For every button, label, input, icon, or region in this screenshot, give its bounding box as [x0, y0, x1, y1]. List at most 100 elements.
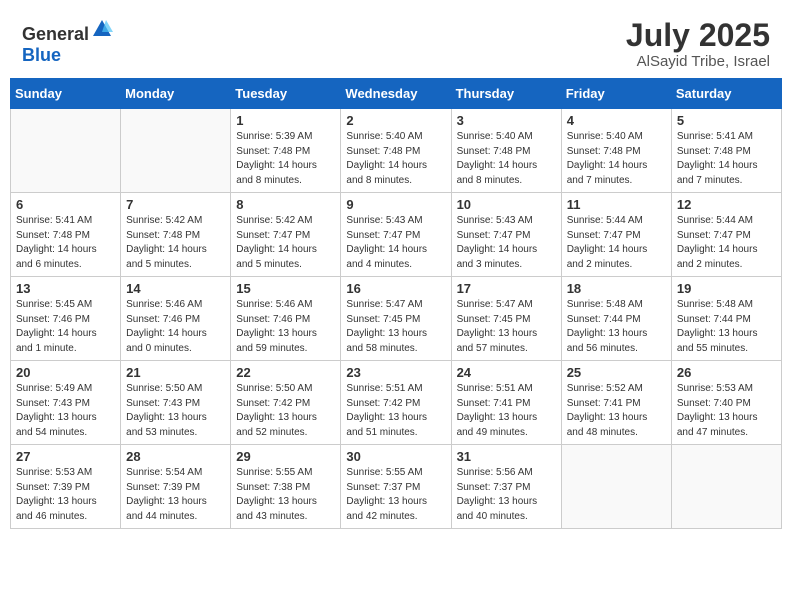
- day-detail: Sunrise: 5:52 AMSunset: 7:41 PMDaylight:…: [567, 382, 666, 440]
- day-number: 6: [16, 197, 115, 212]
- day-detail: Sunrise: 5:42 AMSunset: 7:48 PMDaylight:…: [126, 214, 225, 272]
- day-number: 24: [457, 365, 556, 380]
- day-detail: Sunrise: 5:42 AMSunset: 7:47 PMDaylight:…: [236, 214, 335, 272]
- calendar-cell: 12 Sunrise: 5:44 AMSunset: 7:47 PMDayligh…: [671, 193, 781, 277]
- calendar-cell: 28 Sunrise: 5:54 AMSunset: 7:39 PMDayligh…: [121, 445, 231, 529]
- day-number: 28: [126, 449, 225, 464]
- day-number: 16: [346, 281, 445, 296]
- calendar-cell: 24 Sunrise: 5:51 AMSunset: 7:41 PMDayligh…: [451, 361, 561, 445]
- day-number: 5: [677, 113, 776, 128]
- day-detail: Sunrise: 5:46 AMSunset: 7:46 PMDaylight:…: [126, 298, 225, 356]
- day-detail: Sunrise: 5:49 AMSunset: 7:43 PMDaylight:…: [16, 382, 115, 440]
- calendar-cell: 19 Sunrise: 5:48 AMSunset: 7:44 PMDayligh…: [671, 277, 781, 361]
- day-detail: Sunrise: 5:41 AMSunset: 7:48 PMDaylight:…: [16, 214, 115, 272]
- day-detail: Sunrise: 5:55 AMSunset: 7:37 PMDaylight:…: [346, 466, 445, 524]
- day-number: 13: [16, 281, 115, 296]
- day-number: 15: [236, 281, 335, 296]
- day-detail: Sunrise: 5:40 AMSunset: 7:48 PMDaylight:…: [567, 130, 666, 188]
- day-number: 29: [236, 449, 335, 464]
- calendar-cell: 3 Sunrise: 5:40 AMSunset: 7:48 PMDaylight…: [451, 109, 561, 193]
- calendar-cell: 9Sunrise: 5:43 AMSunset: 7:47 PMDaylight…: [341, 193, 451, 277]
- calendar-week-1: 1Sunrise: 5:39 AMSunset: 7:48 PMDaylight…: [11, 109, 782, 193]
- calendar-cell: 1Sunrise: 5:39 AMSunset: 7:48 PMDaylight…: [231, 109, 341, 193]
- day-detail: Sunrise: 5:44 AMSunset: 7:47 PMDaylight:…: [677, 214, 776, 272]
- calendar-cell: 30 Sunrise: 5:55 AMSunset: 7:37 PMDayligh…: [341, 445, 451, 529]
- logo-blue-text: Blue: [22, 45, 61, 65]
- day-detail: Sunrise: 5:50 AMSunset: 7:42 PMDaylight:…: [236, 382, 335, 440]
- calendar-header-tuesday: Tuesday: [231, 79, 341, 109]
- day-detail: Sunrise: 5:53 AMSunset: 7:40 PMDaylight:…: [677, 382, 776, 440]
- day-detail: Sunrise: 5:51 AMSunset: 7:42 PMDaylight:…: [346, 382, 445, 440]
- calendar-week-5: 27 Sunrise: 5:53 AMSunset: 7:39 PMDayligh…: [11, 445, 782, 529]
- day-detail: Sunrise: 5:45 AMSunset: 7:46 PMDaylight:…: [16, 298, 115, 356]
- day-number: 2: [346, 113, 445, 128]
- day-detail: Sunrise: 5:40 AMSunset: 7:48 PMDaylight:…: [457, 130, 556, 188]
- calendar-table: SundayMondayTuesdayWednesdayThursdayFrid…: [10, 78, 782, 529]
- calendar-cell: 10Sunrise: 5:43 AMSunset: 7:47 PMDayligh…: [451, 193, 561, 277]
- day-detail: Sunrise: 5:39 AMSunset: 7:48 PMDaylight:…: [236, 130, 335, 188]
- day-number: 21: [126, 365, 225, 380]
- calendar-cell: 26 Sunrise: 5:53 AMSunset: 7:40 PMDayligh…: [671, 361, 781, 445]
- logo: General Blue: [22, 18, 113, 66]
- day-number: 14: [126, 281, 225, 296]
- day-detail: Sunrise: 5:40 AMSunset: 7:48 PMDaylight:…: [346, 130, 445, 188]
- calendar-cell: 29 Sunrise: 5:55 AMSunset: 7:38 PMDayligh…: [231, 445, 341, 529]
- calendar-header-sunday: Sunday: [11, 79, 121, 109]
- calendar-cell: 5 Sunrise: 5:41 AMSunset: 7:48 PMDaylight…: [671, 109, 781, 193]
- calendar-cell: [121, 109, 231, 193]
- calendar-cell: 14 Sunrise: 5:46 AMSunset: 7:46 PMDayligh…: [121, 277, 231, 361]
- day-detail: Sunrise: 5:46 AMSunset: 7:46 PMDaylight:…: [236, 298, 335, 356]
- day-number: 19: [677, 281, 776, 296]
- calendar-cell: 20Sunrise: 5:49 AMSunset: 7:43 PMDayligh…: [11, 361, 121, 445]
- day-number: 27: [16, 449, 115, 464]
- day-number: 8: [236, 197, 335, 212]
- day-number: 11: [567, 197, 666, 212]
- calendar-cell: 18 Sunrise: 5:48 AMSunset: 7:44 PMDayligh…: [561, 277, 671, 361]
- calendar-cell: 31 Sunrise: 5:56 AMSunset: 7:37 PMDayligh…: [451, 445, 561, 529]
- calendar-header-saturday: Saturday: [671, 79, 781, 109]
- calendar-week-2: 6 Sunrise: 5:41 AMSunset: 7:48 PMDaylight…: [11, 193, 782, 277]
- day-number: 3: [457, 113, 556, 128]
- day-number: 31: [457, 449, 556, 464]
- calendar-cell: 27 Sunrise: 5:53 AMSunset: 7:39 PMDayligh…: [11, 445, 121, 529]
- page-header: General Blue July 2025 AlSayid Tribe, Is…: [10, 10, 782, 74]
- title-block: July 2025 AlSayid Tribe, Israel: [626, 18, 770, 70]
- calendar-week-3: 13 Sunrise: 5:45 AMSunset: 7:46 PMDayligh…: [11, 277, 782, 361]
- day-detail: Sunrise: 5:51 AMSunset: 7:41 PMDaylight:…: [457, 382, 556, 440]
- calendar-cell: 25Sunrise: 5:52 AMSunset: 7:41 PMDayligh…: [561, 361, 671, 445]
- day-detail: Sunrise: 5:56 AMSunset: 7:37 PMDaylight:…: [457, 466, 556, 524]
- day-detail: Sunrise: 5:53 AMSunset: 7:39 PMDaylight:…: [16, 466, 115, 524]
- day-number: 12: [677, 197, 776, 212]
- calendar-cell: 16Sunrise: 5:47 AMSunset: 7:45 PMDayligh…: [341, 277, 451, 361]
- day-number: 17: [457, 281, 556, 296]
- day-detail: Sunrise: 5:44 AMSunset: 7:47 PMDaylight:…: [567, 214, 666, 272]
- day-detail: Sunrise: 5:54 AMSunset: 7:39 PMDaylight:…: [126, 466, 225, 524]
- day-number: 7: [126, 197, 225, 212]
- calendar-cell: [671, 445, 781, 529]
- calendar-cell: [561, 445, 671, 529]
- calendar-cell: 4 Sunrise: 5:40 AMSunset: 7:48 PMDaylight…: [561, 109, 671, 193]
- day-detail: Sunrise: 5:48 AMSunset: 7:44 PMDaylight:…: [567, 298, 666, 356]
- day-detail: Sunrise: 5:55 AMSunset: 7:38 PMDaylight:…: [236, 466, 335, 524]
- day-detail: Sunrise: 5:43 AMSunset: 7:47 PMDaylight:…: [457, 214, 556, 272]
- calendar-cell: 6 Sunrise: 5:41 AMSunset: 7:48 PMDaylight…: [11, 193, 121, 277]
- calendar-cell: 15 Sunrise: 5:46 AMSunset: 7:46 PMDayligh…: [231, 277, 341, 361]
- day-number: 9: [346, 197, 445, 212]
- calendar-cell: [11, 109, 121, 193]
- calendar-cell: 21Sunrise: 5:50 AMSunset: 7:43 PMDayligh…: [121, 361, 231, 445]
- day-detail: Sunrise: 5:41 AMSunset: 7:48 PMDaylight:…: [677, 130, 776, 188]
- day-number: 4: [567, 113, 666, 128]
- day-number: 22: [236, 365, 335, 380]
- day-number: 30: [346, 449, 445, 464]
- calendar-cell: 7 Sunrise: 5:42 AMSunset: 7:48 PMDaylight…: [121, 193, 231, 277]
- calendar-cell: 22 Sunrise: 5:50 AMSunset: 7:42 PMDayligh…: [231, 361, 341, 445]
- logo-icon: [91, 18, 113, 40]
- location-subtitle: AlSayid Tribe, Israel: [626, 53, 770, 70]
- day-number: 26: [677, 365, 776, 380]
- calendar-header-friday: Friday: [561, 79, 671, 109]
- day-detail: Sunrise: 5:48 AMSunset: 7:44 PMDaylight:…: [677, 298, 776, 356]
- calendar-cell: 11 Sunrise: 5:44 AMSunset: 7:47 PMDayligh…: [561, 193, 671, 277]
- month-year-title: July 2025: [626, 18, 770, 53]
- calendar-header-thursday: Thursday: [451, 79, 561, 109]
- day-number: 18: [567, 281, 666, 296]
